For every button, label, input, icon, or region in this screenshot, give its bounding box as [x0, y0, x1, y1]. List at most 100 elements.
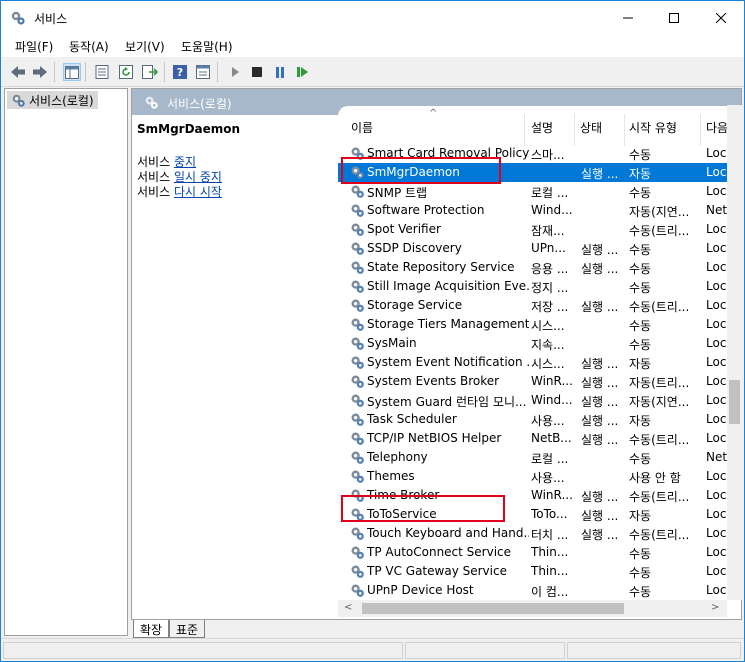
minimize-icon [623, 17, 633, 19]
service-name: Storage Tiers Management [367, 317, 529, 331]
service-gear-icon [351, 413, 364, 426]
service-description: 시스... [531, 357, 565, 371]
minimize-button[interactable] [605, 1, 651, 35]
stop-service-button[interactable] [248, 63, 266, 81]
service-status: 실행 ... [581, 509, 619, 523]
table-row[interactable]: Software Protection Wind... 자동(지연... Net [338, 201, 728, 220]
forward-button[interactable] [31, 63, 49, 81]
table-row[interactable]: Themes 사용... 사용 안 함 Loc [338, 467, 728, 486]
resume-service-button[interactable] [294, 63, 312, 81]
menu-action[interactable]: 동작(A) [69, 38, 109, 55]
pause-service-icon [276, 66, 284, 78]
menu-file[interactable]: 파일(F) [15, 38, 53, 55]
tree-item-services-local[interactable]: 서비스(로컬) [7, 91, 98, 109]
console-tree-button[interactable] [63, 63, 81, 81]
service-gear-icon [351, 356, 364, 369]
scroll-right-icon[interactable]: > [711, 602, 719, 613]
service-status: 실행 ... [581, 528, 619, 542]
table-row[interactable]: Touch Keyboard and Hand... 터치 ... 실행 ... 수동… [338, 524, 728, 543]
table-row[interactable]: TP VC Gateway Service Thin... 수동 Loc [338, 562, 728, 581]
service-description: WinR... [531, 488, 573, 502]
service-startup-type: 자동(지연... [629, 395, 690, 409]
service-description: UPn... [531, 241, 566, 255]
tab-standard[interactable]: 표준 [169, 620, 206, 638]
column-header-description[interactable]: 설명 [525, 106, 575, 144]
export-list-button[interactable] [141, 63, 159, 81]
service-startup-type: 수동 [629, 547, 652, 561]
service-description: 스마... [531, 148, 565, 162]
menu-help[interactable]: 도움말(H) [181, 38, 233, 55]
stop-service-link[interactable]: 중지 [174, 155, 196, 169]
column-header-status[interactable]: 상태 [575, 106, 624, 144]
back-button[interactable] [9, 63, 27, 81]
service-gear-icon [351, 280, 364, 293]
help-button[interactable]: ? [171, 63, 189, 81]
table-row[interactable]: UPnP Device Host 이 컴... 수동 Loc [338, 581, 728, 600]
service-description: 터치 ... [531, 528, 569, 542]
table-row[interactable]: Storage Tiers Management 시스... 수동 Loc [338, 315, 728, 334]
start-service-button[interactable] [226, 63, 244, 81]
table-row[interactable]: SNMP 트랩 로컬 ... 수동 Loc [338, 182, 728, 201]
table-row[interactable]: Spot Verifier 잠재... 수동(트리... Loc [338, 220, 728, 239]
service-startup-type: 자동(지연... [629, 205, 690, 219]
table-row[interactable]: SysMain 지속... 수동 Loc [338, 334, 728, 353]
service-startup-type: 수동 [629, 148, 652, 162]
service-name: SNMP 트랩 [367, 186, 428, 200]
service-description: 이 컴... [531, 585, 569, 599]
service-status: 실행 ... [581, 395, 619, 409]
service-description: 정지 ... [531, 281, 569, 295]
table-row[interactable]: TCP/IP NetBIOS Helper NetB... 실행 ... 수동(트리.… [338, 429, 728, 448]
highlight-box-smmgrdaemon [341, 157, 501, 184]
service-description: 로컬 ... [531, 452, 569, 466]
maximize-button[interactable] [651, 1, 697, 35]
help-icon: ? [173, 65, 187, 79]
service-description: NetB... [531, 431, 572, 445]
vertical-scrollbar[interactable] [727, 105, 742, 600]
column-header-startup-type[interactable]: 시작 유형 [625, 106, 700, 144]
table-row[interactable]: SSDP Discovery UPn... 실행 ... 수동 Loc [338, 239, 728, 258]
table-row[interactable]: System Event Notification ... 시스... 실행 ...… [338, 353, 728, 372]
service-startup-type: 수동(트리... [629, 300, 690, 314]
toolbar: ? [1, 57, 744, 87]
highlight-box-totoservice [341, 495, 505, 522]
properties-button[interactable] [93, 63, 111, 81]
pause-service-button[interactable] [271, 63, 289, 81]
service-name: State Repository Service [367, 260, 515, 274]
service-description: 저장 ... [531, 300, 569, 314]
table-row[interactable]: Task Scheduler 사용... 실행 ... 자동 Loc [338, 410, 728, 429]
service-status: 실행 ... [581, 433, 619, 447]
service-description: 시스... [531, 319, 565, 333]
view-button[interactable] [194, 63, 212, 81]
service-gear-icon [351, 451, 364, 464]
table-row[interactable]: Still Image Acquisition Eve... 정지 ... 수동 Lo… [338, 277, 728, 296]
table-row[interactable]: Storage Service 저장 ... 실행 ... 수동(트리... Loc [338, 296, 728, 315]
service-gear-icon [351, 527, 364, 540]
refresh-button[interactable] [117, 63, 135, 81]
service-gear-icon [351, 204, 364, 217]
scroll-left-icon[interactable]: < [344, 602, 352, 613]
horizontal-scroll-thumb[interactable] [362, 603, 624, 614]
service-gear-icon [351, 337, 364, 350]
service-gear-icon [351, 185, 364, 198]
table-row[interactable]: TP AutoConnect Service Thin... 수동 Loc [338, 543, 728, 562]
table-row[interactable]: System Events Broker WinR... 실행 ... 자동(트리..… [338, 372, 728, 391]
horizontal-scrollbar[interactable]: < > [338, 600, 727, 617]
tab-extended[interactable]: 확장 [133, 620, 170, 638]
pause-service-link[interactable]: 일시 중지 [174, 170, 222, 184]
toolbar-separator [85, 62, 86, 82]
table-row[interactable]: Telephony 로컬 ... 수동 Net [338, 448, 728, 467]
table-row[interactable]: State Repository Service 응용 ... 실행 ... 수동 Lo… [338, 258, 728, 277]
column-header-name[interactable]: ^ 이름 [338, 106, 524, 144]
service-startup-type: 수동(트리... [629, 528, 690, 542]
action-restart: 서비스 다시 시작 [137, 185, 222, 199]
service-status: 실행 ... [581, 167, 619, 181]
menu-view[interactable]: 보기(V) [125, 38, 165, 55]
service-startup-type: 수동 [629, 338, 652, 352]
service-gear-icon [351, 546, 364, 559]
restart-service-link[interactable]: 다시 시작 [174, 185, 222, 199]
vertical-scroll-thumb[interactable] [729, 380, 740, 424]
service-name: Still Image Acquisition Eve... [367, 279, 529, 293]
service-name: UPnP Device Host [367, 583, 474, 597]
close-button[interactable] [698, 1, 744, 35]
table-row[interactable]: System Guard 런타임 모니... Wind... 실행 ... 자동(지연… [338, 391, 728, 410]
